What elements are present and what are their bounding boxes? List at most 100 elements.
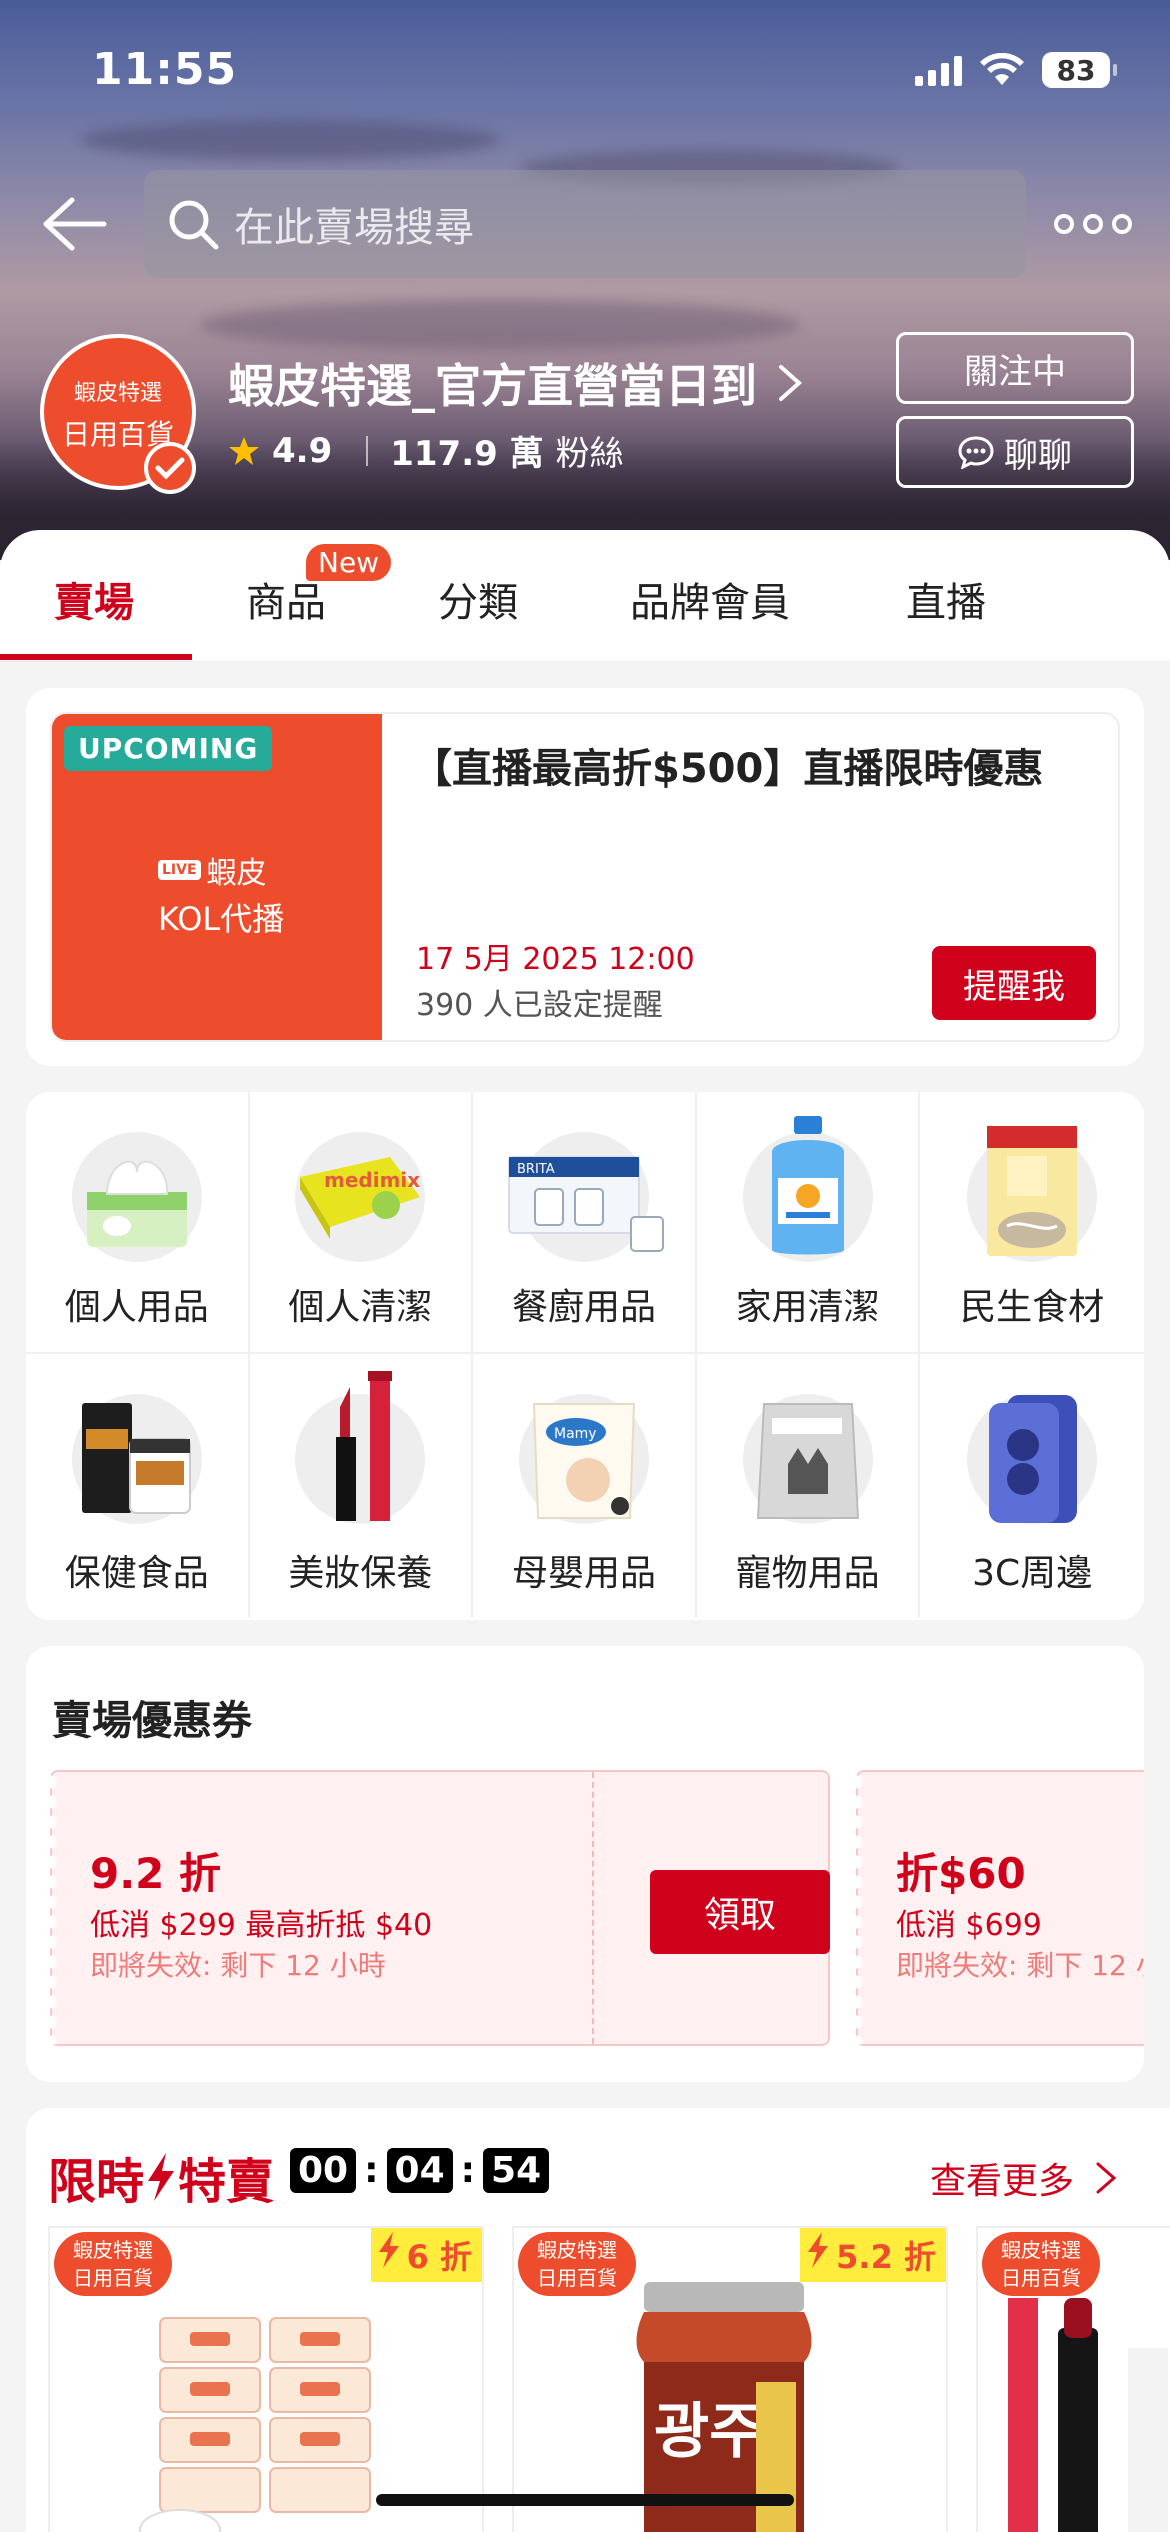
active-tab-indicator: [0, 654, 192, 660]
search-placeholder: 在此賣場搜尋: [234, 205, 474, 251]
discount-tag: 6 折: [370, 2228, 482, 2282]
back-arrow-icon[interactable]: [38, 192, 110, 256]
star-icon: [229, 436, 259, 465]
chevron-right-icon: [1096, 2162, 1117, 2194]
soap-icon: medimix: [300, 1157, 421, 1239]
shop-rating: 4.9: [272, 430, 333, 471]
flash-title-part2: 特賣: [178, 2154, 275, 2210]
mini-shop-logo: 蝦皮特選 日用百貨: [54, 2232, 172, 2296]
category-grid: 個人用品 medimix 個人清潔 BRITA 餐廚用品 家用清潔 民生食材 保…: [26, 1092, 1144, 1620]
following-button[interactable]: 關注中: [896, 332, 1134, 404]
shop-followers: 117.9 萬: [390, 434, 544, 474]
phone-icon: [989, 1395, 1078, 1523]
see-more-link[interactable]: 查看更多: [930, 2152, 1118, 2204]
chat-button[interactable]: 聊聊: [896, 416, 1134, 488]
category-label: 個人用品: [64, 1287, 209, 1328]
status-bar: 11:55 83: [0, 0, 1170, 150]
chat-label: 聊聊: [1004, 435, 1072, 476]
chat-icon: [958, 436, 994, 469]
cat-litter-icon: [756, 1403, 859, 1519]
mini-logo-line1: 蝦皮特選: [537, 2238, 617, 2262]
category-home-cleaning[interactable]: 家用清潔: [696, 1092, 921, 1354]
upcoming-badge: UPCOMING: [64, 726, 273, 771]
lipstick-image: [1008, 2298, 1168, 2532]
category-personal-items[interactable]: 個人用品: [26, 1092, 250, 1354]
coupons-title: 賣場優惠券: [52, 1698, 252, 1744]
water-filter-icon: BRITA: [507, 1156, 664, 1252]
tab-store[interactable]: 賣場: [54, 570, 134, 628]
live-tag: LIVE: [158, 860, 201, 880]
mini-logo-line1: 蝦皮特選: [73, 2238, 153, 2262]
category-label: 個人清潔: [288, 1287, 433, 1328]
coupon-discount: 折$60: [896, 1849, 1026, 1898]
kimchi-jar-image: 광주: [636, 2282, 812, 2532]
flash-sale-product[interactable]: 蝦皮特選 日用百貨: [976, 2226, 1170, 2532]
category-beauty[interactable]: 美妝保養: [250, 1354, 474, 1618]
shop-name-text: 蝦皮特選_官方直營當日到: [228, 359, 757, 413]
tab-brand-membership[interactable]: 品牌會員: [630, 570, 790, 628]
category-personal-cleaning[interactable]: medimix 個人清潔: [249, 1092, 474, 1354]
live-reminder-count: 390 人已設定提醒: [416, 988, 663, 1023]
svg-text:BRITA: BRITA: [517, 1162, 555, 1177]
search-icon: [169, 200, 219, 250]
countdown-hours: 00: [290, 2148, 357, 2193]
supplement-icon: [81, 1403, 191, 1514]
coupon-condition: 低消 $699: [896, 1908, 1042, 1943]
coupon[interactable]: 折$60 低消 $699 即將失效: 剩下 12 小: [856, 1770, 1144, 2046]
new-badge: New: [306, 544, 392, 581]
flash-sale-title: 限時 特賣: [48, 2142, 274, 2212]
battery-icon: 83: [1042, 52, 1117, 88]
shop-logo-line1: 蝦皮特選: [73, 381, 162, 406]
flash-title-part1: 限時: [48, 2154, 145, 2210]
category-label: 美妝保養: [288, 1553, 433, 1594]
tissue-pack-image: [139, 2317, 371, 2532]
coupon-discount: 9.2 折: [90, 1849, 222, 1898]
remind-me-button[interactable]: 提醒我: [932, 946, 1096, 1020]
shop-info: 蝦皮特選 日用百貨 蝦皮特選_官方直營當日到 4.9 117.9 萬 粉絲 關注…: [0, 330, 1170, 500]
category-label: 寵物用品: [735, 1553, 880, 1594]
lightning-icon: [378, 2232, 399, 2268]
live-title: 【直播最高折$500】直播限時優惠: [412, 746, 1044, 792]
mini-logo-line2: 日用百貨: [1001, 2266, 1081, 2290]
countdown-minutes: 04: [386, 2148, 453, 2193]
signal-icon: [915, 54, 962, 86]
category-kitchenware[interactable]: BRITA 餐廚用品: [473, 1092, 697, 1354]
flash-sale-product[interactable]: 蝦皮特選 日用百貨 6 折: [48, 2226, 484, 2532]
coupon-condition: 低消 $299 最高折抵 $40: [90, 1908, 433, 1943]
shop-meta: 4.9 117.9 萬 粉絲: [228, 426, 624, 475]
flash-sale-product[interactable]: 광주 蝦皮特選 日用百貨 5.2 折: [512, 2226, 948, 2532]
category-health-food[interactable]: 保健食品: [26, 1354, 250, 1618]
shop-header: 11:55 83 在此賣場搜尋 蝦皮特選 日用百貨 蝦皮特選_官方直營當日到 4…: [0, 0, 1170, 560]
countdown-timer: 00 : 04 : 54: [290, 2148, 550, 2193]
category-groceries[interactable]: 民生食材: [920, 1092, 1144, 1354]
category-baby[interactable]: Mamy 母嬰用品: [473, 1354, 697, 1618]
tab-bar: 賣場 商品 New 分類 品牌會員 直播: [0, 530, 1170, 662]
mini-logo-line2: 日用百貨: [537, 2266, 617, 2290]
status-time: 11:55: [92, 44, 238, 95]
verified-check-icon: [144, 442, 196, 494]
wifi-icon: [980, 53, 1024, 85]
category-label: 保健食品: [64, 1553, 209, 1594]
mini-logo-line2: 日用百貨: [73, 2266, 153, 2290]
mini-shop-logo: 蝦皮特選 日用百貨: [518, 2232, 636, 2296]
tab-categories[interactable]: 分類: [438, 570, 518, 628]
store-coupons: 賣場優惠券 9.2 折 低消 $299 最高折抵 $40 即將失效: 剩下 12…: [26, 1646, 1144, 2082]
home-indicator[interactable]: [376, 2494, 794, 2506]
category-3c-accessories[interactable]: 3C周邊: [920, 1354, 1144, 1618]
coupon[interactable]: 9.2 折 低消 $299 最高折抵 $40 即將失效: 剩下 12 小時 領取: [50, 1770, 830, 2046]
lightning-icon: [808, 2232, 829, 2268]
lipstick-icon: [336, 1371, 393, 1521]
nav-row: 在此賣場搜尋: [0, 170, 1170, 278]
live-date: 17 5月 2025 12:00: [416, 942, 695, 977]
more-options-icon[interactable]: [1054, 214, 1132, 234]
shop-name[interactable]: 蝦皮特選_官方直營當日到: [228, 350, 805, 416]
claim-coupon-button[interactable]: 領取: [650, 1870, 830, 1954]
countdown-seconds: 54: [483, 2148, 550, 2193]
category-pet[interactable]: 寵物用品: [697, 1354, 921, 1618]
svg-text:medimix: medimix: [324, 1168, 420, 1192]
category-label: 餐廚用品: [511, 1287, 656, 1328]
tab-live[interactable]: 直播: [906, 570, 986, 628]
search-input[interactable]: 在此賣場搜尋: [144, 170, 1026, 278]
detergent-icon: [771, 1116, 844, 1255]
discount-value: 5.2 折: [836, 2238, 936, 2276]
